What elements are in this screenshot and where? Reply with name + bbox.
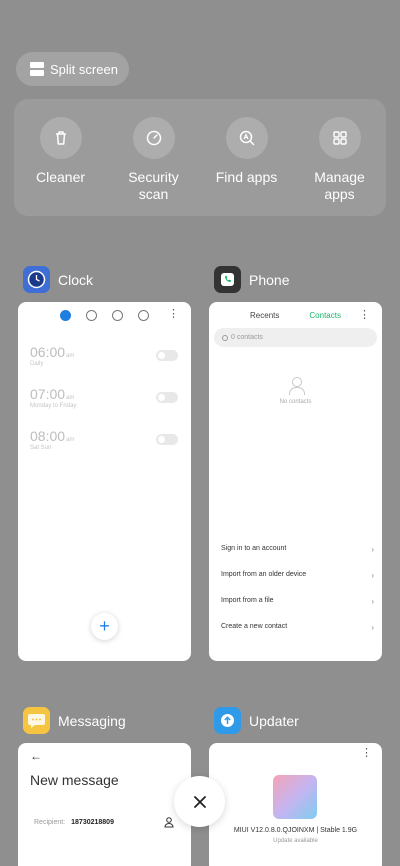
- find-apps-button[interactable]: Find apps: [200, 99, 293, 216]
- alarm-item[interactable]: 08:00am Sat Sun: [30, 428, 178, 451]
- alarm-item[interactable]: 06:00am Daily: [30, 344, 178, 367]
- more-menu-icon[interactable]: ⋮: [359, 310, 370, 321]
- new-message-title: New message: [30, 772, 119, 788]
- phone-app-card[interactable]: Recents Contacts ⋮ 0 contacts No contact…: [209, 302, 382, 661]
- add-alarm-button[interactable]: +: [91, 613, 118, 640]
- alarm-item[interactable]: 07:00am Monday to Friday: [30, 386, 178, 409]
- split-screen-label: Split screen: [50, 61, 118, 77]
- clock-app-name: Clock: [58, 271, 94, 288]
- miui-logo-icon: [273, 775, 317, 819]
- contacts-search-placeholder: 0 contacts: [231, 334, 263, 341]
- chevron-right-icon: ›: [371, 623, 374, 632]
- messaging-app-name: Messaging: [58, 712, 126, 729]
- alarm-repeat: Monday to Friday: [30, 403, 77, 409]
- tab-contacts[interactable]: Contacts: [309, 311, 341, 328]
- row-label: Import from an older device: [221, 571, 307, 578]
- messaging-app-header[interactable]: Messaging: [23, 707, 126, 734]
- messaging-app-card[interactable]: ← New message Recipient: 18730218809: [18, 743, 191, 866]
- split-screen-icon: [30, 62, 44, 76]
- clear-all-button[interactable]: [174, 776, 225, 827]
- updater-app-name: Updater: [249, 712, 299, 729]
- alarm-time: 06:00: [30, 344, 66, 360]
- more-menu-icon[interactable]: ⋮: [168, 309, 179, 320]
- trash-icon: [39, 117, 82, 159]
- security-scan-icon: [132, 117, 175, 159]
- empty-contacts: No contacts: [209, 377, 382, 405]
- clock-tabs: ⋮: [18, 302, 191, 326]
- alarm-repeat: Daily: [30, 361, 44, 367]
- phone-tabs: Recents Contacts ⋮: [209, 302, 382, 328]
- contact-picker-icon[interactable]: [164, 817, 174, 828]
- alarm-time: 07:00: [30, 386, 66, 402]
- updater-app-card[interactable]: ⋮ MIUI V12.0.8.0.QJOINXM | Stable 1.9G U…: [209, 743, 382, 866]
- stopwatch-tab-icon[interactable]: [112, 310, 123, 321]
- alarm-ampm: am: [66, 395, 75, 401]
- alarm-toggle[interactable]: [156, 434, 178, 445]
- update-status: Update available: [273, 838, 318, 844]
- alarm-tab-icon[interactable]: [60, 310, 71, 321]
- person-icon: [288, 377, 305, 395]
- import-from-file-row[interactable]: Import from a file ›: [221, 597, 374, 606]
- more-menu-icon[interactable]: ⋮: [361, 748, 372, 759]
- world-clock-tab-icon[interactable]: [86, 310, 97, 321]
- find-apps-label: Find apps: [215, 169, 278, 185]
- alarm-ampm: am: [66, 437, 75, 443]
- clock-app-header[interactable]: Clock: [23, 266, 93, 293]
- row-label: Import from a file: [221, 597, 274, 604]
- contacts-search-input[interactable]: 0 contacts: [214, 328, 377, 347]
- miui-version: MIUI V12.0.8.0.QJOINXM | Stable 1.9G: [233, 827, 358, 834]
- manage-apps-label: Manage apps: [314, 169, 365, 202]
- close-icon: [193, 795, 206, 808]
- grid-icon: [318, 117, 361, 159]
- import-older-device-row[interactable]: Import from an older device ›: [221, 571, 374, 580]
- search-icon: [222, 334, 228, 341]
- alarm-toggle[interactable]: [156, 392, 178, 403]
- sign-in-account-row[interactable]: Sign in to an account ›: [221, 545, 374, 554]
- chevron-right-icon: ›: [371, 597, 374, 606]
- create-contact-row[interactable]: Create a new contact ›: [221, 623, 374, 632]
- clock-app-icon: [23, 266, 50, 293]
- quick-tools-panel: Cleaner Security scan Find apps Manage a…: [14, 99, 386, 216]
- alarm-ampm: am: [66, 353, 75, 359]
- cleaner-button[interactable]: Cleaner: [14, 99, 107, 216]
- cleaner-label: Cleaner: [35, 169, 86, 185]
- empty-contacts-text: No contacts: [279, 399, 312, 405]
- phone-app-icon: [214, 266, 241, 293]
- security-scan-button[interactable]: Security scan: [107, 99, 200, 216]
- manage-apps-button[interactable]: Manage apps: [293, 99, 386, 216]
- clock-app-card[interactable]: ⋮ 06:00am Daily 07:00am Monday to Friday…: [18, 302, 191, 661]
- phone-app-name: Phone: [249, 271, 290, 288]
- find-apps-icon: [225, 117, 268, 159]
- updater-app-icon: [214, 707, 241, 734]
- recipient-label: Recipient:: [34, 819, 66, 826]
- messaging-app-icon: [23, 707, 50, 734]
- security-scan-label: Security scan: [128, 169, 179, 202]
- chevron-right-icon: ›: [371, 545, 374, 554]
- tab-recents[interactable]: Recents: [250, 311, 279, 328]
- chevron-right-icon: ›: [371, 571, 374, 580]
- alarm-time: 08:00: [30, 428, 66, 444]
- alarm-toggle[interactable]: [156, 350, 178, 361]
- phone-app-header[interactable]: Phone: [214, 266, 289, 293]
- alarm-repeat: Sat Sun: [30, 445, 52, 451]
- timer-tab-icon[interactable]: [138, 310, 149, 321]
- recipient-value: 18730218809: [71, 819, 114, 826]
- updater-app-header[interactable]: Updater: [214, 707, 299, 734]
- row-label: Sign in to an account: [221, 545, 287, 552]
- recipient-field[interactable]: Recipient: 18730218809: [34, 819, 114, 826]
- row-label: Create a new contact: [221, 623, 288, 630]
- back-arrow-icon[interactable]: ←: [30, 749, 42, 763]
- split-screen-button[interactable]: Split screen: [16, 52, 129, 86]
